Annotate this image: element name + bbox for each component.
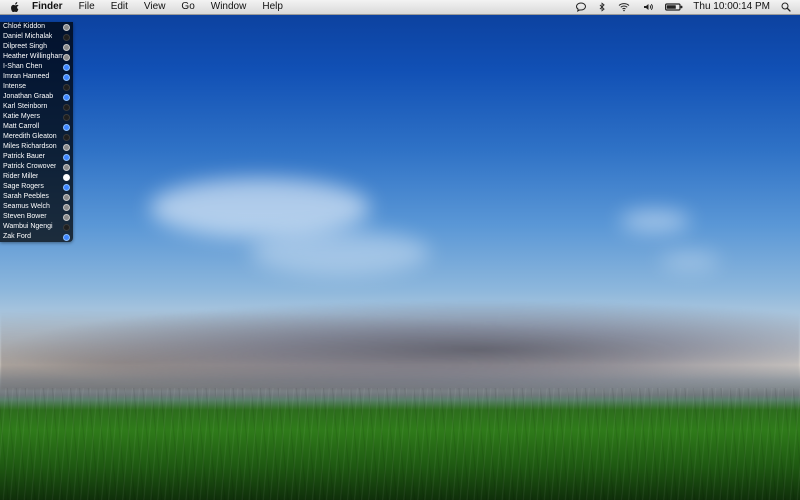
contact-row[interactable]: Seamus Welch	[0, 202, 73, 212]
menubar-status-area: Thu 10:00:14 PM	[575, 0, 800, 14]
contact-name: Sarah Peebles	[3, 193, 49, 200]
contact-row[interactable]: Intense	[0, 82, 73, 92]
contact-row[interactable]: Matt Carroll	[0, 122, 73, 132]
speech-bubble-icon[interactable]	[575, 0, 587, 14]
presence-status-icon	[63, 193, 70, 201]
presence-status-icon	[63, 53, 70, 61]
bluetooth-icon[interactable]	[597, 0, 607, 14]
presence-status-icon	[63, 63, 70, 71]
cloud-wisp	[620, 210, 690, 232]
contact-row[interactable]: Jonathan Graab	[0, 92, 73, 102]
contact-row[interactable]: Katie Myers	[0, 112, 73, 122]
contact-row[interactable]: Dilpreet Singh	[0, 42, 73, 52]
contact-name: Intense	[3, 83, 26, 90]
contact-row[interactable]: Imran Hameed	[0, 72, 73, 82]
contact-name: Katie Myers	[3, 113, 40, 120]
contact-row[interactable]: Sage Rogers	[0, 182, 73, 192]
presence-status-icon	[63, 33, 70, 41]
contact-row[interactable]: Steven Bower	[0, 212, 73, 222]
presence-status-icon	[63, 183, 70, 191]
cloud-wisp	[150, 178, 370, 238]
contact-row[interactable]: Patrick Crowover	[0, 162, 73, 172]
contact-name: Matt Carroll	[3, 123, 40, 130]
contact-row[interactable]: Daniel Michalak	[0, 32, 73, 42]
contact-name: Chloé Kiddon	[3, 23, 46, 30]
presence-status-icon	[63, 153, 70, 161]
presence-status-icon	[63, 203, 70, 211]
contact-row[interactable]: Miles Richardson	[0, 142, 73, 152]
presence-status-icon	[63, 233, 70, 241]
contact-name: Miles Richardson	[3, 143, 57, 150]
contact-row[interactable]: Wambui Ngengi	[0, 222, 73, 232]
contact-name: Meredith Gleaton	[3, 133, 57, 140]
contact-name: Daniel Michalak	[3, 33, 53, 40]
presence-status-icon	[63, 223, 70, 231]
storm-cloud-band	[0, 300, 800, 390]
grass-field	[0, 388, 800, 500]
contact-name: Karl Steinborn	[3, 103, 48, 110]
contact-row[interactable]: Rider Miller	[0, 172, 73, 182]
menu-go[interactable]: Go	[173, 0, 202, 14]
presence-status-icon	[63, 123, 70, 131]
battery-icon[interactable]	[665, 0, 683, 14]
presence-status-icon	[63, 113, 70, 121]
contact-row[interactable]: Chloé Kiddon	[0, 22, 73, 32]
menubar-clock[interactable]: Thu 10:00:14 PM	[693, 0, 770, 14]
menu-file[interactable]: File	[71, 0, 103, 14]
contact-name: Jonathan Graab	[3, 93, 54, 100]
presence-status-icon	[63, 103, 70, 111]
menu-finder[interactable]: Finder	[24, 0, 71, 14]
contact-name: Imran Hameed	[3, 73, 50, 80]
presence-status-icon	[63, 173, 70, 181]
contact-row[interactable]: I-Shan Chen	[0, 62, 73, 72]
wifi-icon[interactable]	[617, 0, 631, 14]
contact-name: Sage Rogers	[3, 183, 44, 190]
buddy-list-panel: Chloé Kiddon Daniel Michalak Dilpreet Sing…	[0, 22, 73, 242]
contact-name: Zak Ford	[3, 233, 32, 240]
contact-name: Heather Willingham	[3, 53, 63, 60]
menu-view[interactable]: View	[136, 0, 174, 14]
contact-row[interactable]: Zak Ford	[0, 232, 73, 242]
menu-edit[interactable]: Edit	[103, 0, 136, 14]
contact-row[interactable]: Patrick Bauer	[0, 152, 73, 162]
presence-status-icon	[63, 93, 70, 101]
contact-name: I-Shan Chen	[3, 63, 43, 70]
contact-name: Dilpreet Singh	[3, 43, 47, 50]
contact-name: Patrick Bauer	[3, 153, 46, 160]
menu-window[interactable]: Window	[203, 0, 255, 14]
menu-bar: Finder File Edit View Go Window Help Thu…	[0, 0, 800, 15]
presence-status-icon	[63, 83, 70, 91]
contact-row[interactable]: Heather Willingham	[0, 52, 73, 62]
contact-name: Wambui Ngengi	[3, 223, 53, 230]
presence-status-icon	[63, 23, 70, 31]
volume-icon[interactable]	[641, 0, 655, 14]
contact-name: Steven Bower	[3, 213, 47, 220]
apple-logo-icon[interactable]	[6, 0, 24, 14]
menu-help[interactable]: Help	[254, 0, 291, 14]
cloud-wisp	[250, 230, 430, 275]
contact-row[interactable]: Meredith Gleaton	[0, 132, 73, 142]
cloud-wisp	[660, 252, 720, 270]
presence-status-icon	[63, 163, 70, 171]
presence-status-icon	[63, 73, 70, 81]
presence-status-icon	[63, 133, 70, 141]
presence-status-icon	[63, 43, 70, 51]
contact-name: Seamus Welch	[3, 203, 50, 210]
spotlight-search-icon[interactable]	[780, 0, 792, 14]
presence-status-icon	[63, 143, 70, 151]
contact-row[interactable]: Sarah Peebles	[0, 192, 73, 202]
contact-name: Rider Miller	[3, 173, 39, 180]
presence-status-icon	[63, 213, 70, 221]
desktop-wallpaper	[0, 0, 800, 500]
contact-name: Patrick Crowover	[3, 163, 57, 170]
contact-row[interactable]: Karl Steinborn	[0, 102, 73, 112]
